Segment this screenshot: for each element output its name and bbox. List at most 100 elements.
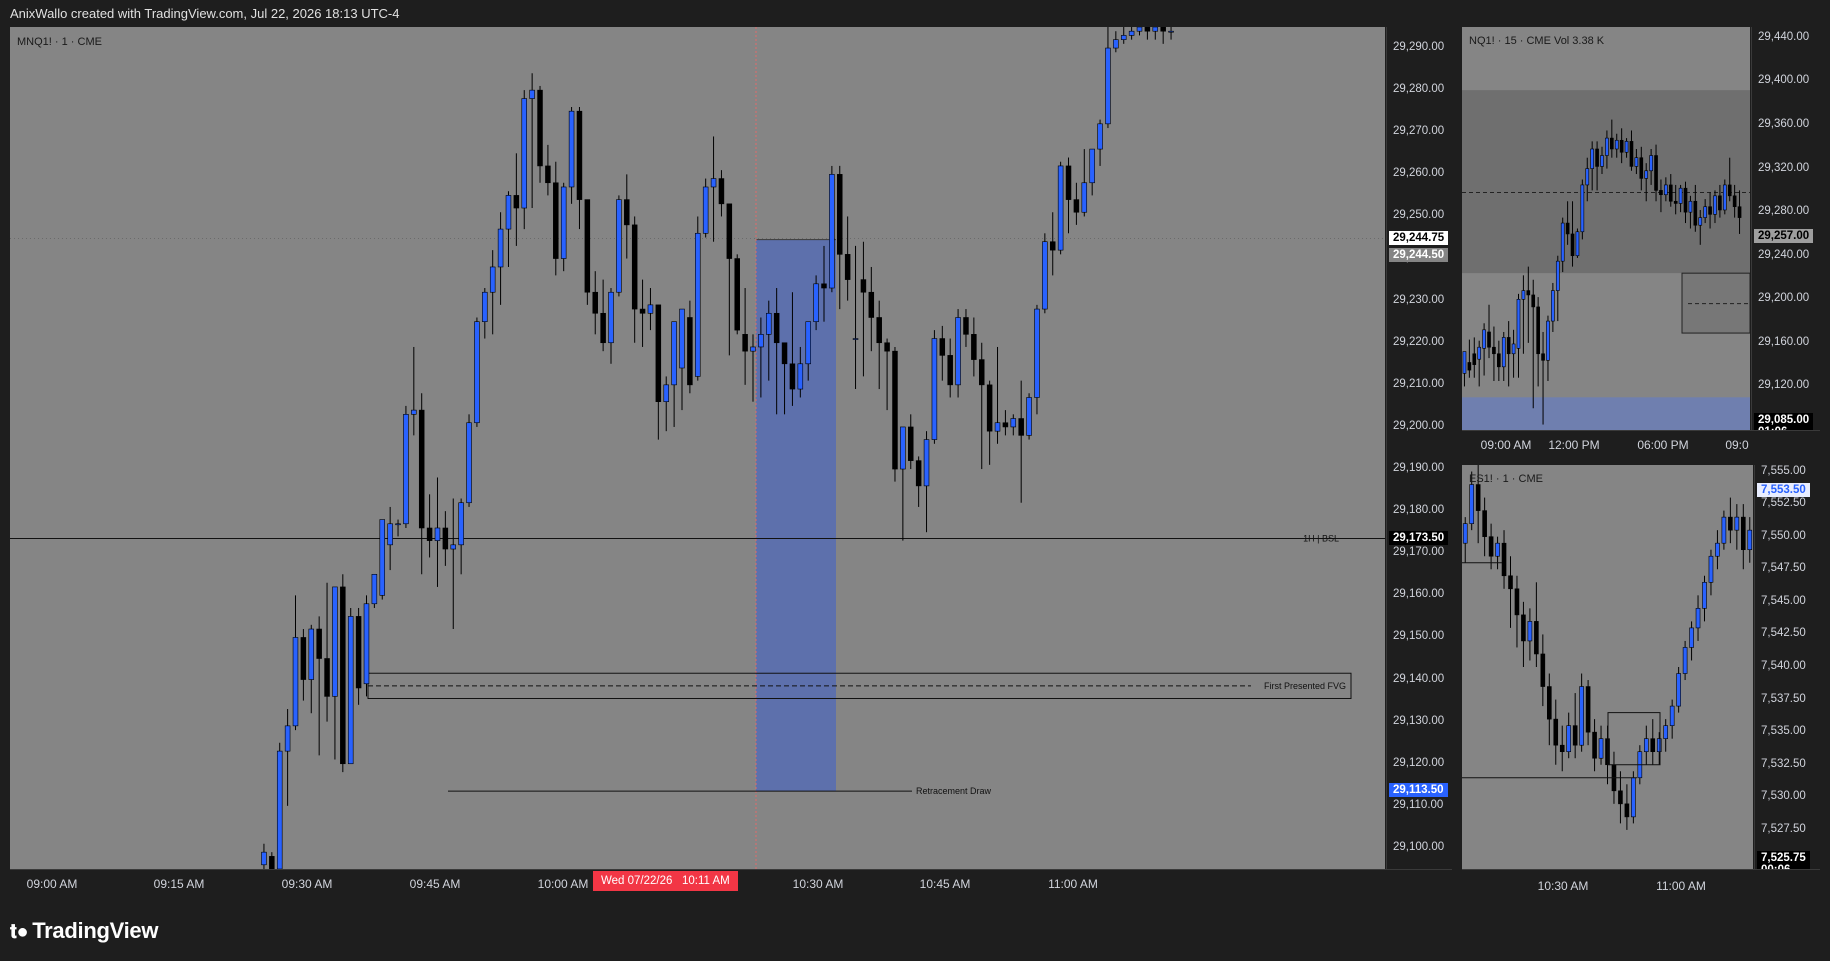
price-tick-label: 7,535.00 (1761, 725, 1806, 738)
bear-candle (781, 342, 788, 365)
price-tick-label: 29,160.00 (1393, 588, 1445, 601)
bull-candle (1702, 581, 1707, 609)
bull-candle (1511, 343, 1516, 355)
bull-candle (702, 186, 709, 234)
bull-candle (1477, 346, 1482, 360)
bear-candle (1475, 484, 1481, 511)
bull-candle (1682, 647, 1688, 674)
bear-candle (939, 338, 946, 356)
bear-candle (1650, 738, 1656, 753)
price-tick-label: 29,110.00 (1393, 798, 1444, 811)
bear-candle (1585, 686, 1591, 733)
es-price-badge: 7,553.50 (1757, 483, 1810, 498)
price-tick-label: 29,320.00 (1758, 161, 1810, 174)
price-tick-label: 7,532.50 (1761, 757, 1806, 770)
bull-candle (797, 363, 804, 390)
main-symbol-label: MNQ1! · 1 · CME (17, 36, 102, 48)
bear-candle (1002, 422, 1009, 428)
tradingview-logo-icon: 𝐭● (10, 921, 29, 943)
nq-chart-pane[interactable]: NQ1! · 15 · CME Vol 3.38 K (1462, 27, 1750, 430)
bear-candle (655, 304, 662, 402)
bear-candle (1553, 718, 1559, 746)
bear-candle (860, 279, 867, 293)
main-time-axis[interactable]: 09:00 AM 09:15 AM 09:30 AM 09:45 AM 10:00 AM… (10, 869, 1452, 898)
ask-price-badge: 29,244.50 (1389, 247, 1449, 262)
bear-candle (426, 527, 433, 541)
bull-candle (1462, 351, 1467, 374)
main-chart-pane[interactable]: 1H | BSL First Presented FVG Retracement D… (10, 27, 1385, 869)
bull-candle (1081, 182, 1088, 213)
time-tick-label: 10:45 AM (919, 877, 971, 891)
price-tick-label: 29,280.00 (1758, 205, 1810, 218)
bull-candle (1462, 523, 1468, 544)
bull-candle (616, 199, 622, 293)
bull-candle (1663, 725, 1669, 739)
bull-candle (608, 291, 614, 344)
price-tick-label: 29,160.00 (1758, 335, 1810, 348)
bull-candle (379, 519, 386, 596)
bear-candle (1624, 803, 1630, 818)
tradingview-logo[interactable]: 𝐭● TradingView (10, 918, 158, 944)
bear-candle (624, 199, 630, 226)
retracement-draw-label: Retracement Draw (916, 786, 992, 796)
price-tick-label: 29,130.00 (1393, 714, 1445, 727)
bear-candle (876, 317, 882, 344)
bear-candle (1497, 353, 1501, 368)
price-tick-label: 29,190.00 (1393, 462, 1445, 475)
bear-candle (1629, 141, 1634, 167)
bull-candle (1664, 184, 1668, 196)
time-tick-label: 09:00 AM (1480, 438, 1532, 452)
bull-candle (900, 426, 906, 470)
es-price-axis[interactable]: 7,555.00 7,552.50 7,550.00 7,547.50 7,545.00… (1754, 465, 1821, 869)
bsl-price-badge: 29,173.50 (1389, 530, 1449, 545)
bear-candle (1740, 516, 1746, 551)
tradingview-logo-text: TradingView (32, 918, 159, 943)
time-tick-label: 10:00 AM (537, 877, 589, 891)
bull-candle (450, 544, 456, 550)
bull-candle (1089, 148, 1095, 184)
bear-candle (734, 258, 740, 331)
bear-candle (1160, 27, 1166, 32)
bear-candle (1492, 346, 1496, 355)
bull-candle (1708, 555, 1714, 583)
chart-credit: AnixWallo created with TradingView.com, … (10, 6, 400, 21)
bear-candle (915, 460, 922, 487)
price-tick-label: 7,547.50 (1761, 562, 1806, 575)
bull-candle (766, 312, 772, 335)
bear-candle (1514, 588, 1520, 616)
bear-candle (947, 355, 953, 386)
bear-candle (355, 616, 362, 689)
price-tick-label: 7,550.00 (1761, 529, 1806, 542)
price-tick-label: 29,140.00 (1393, 672, 1445, 685)
bear-candle (631, 224, 638, 310)
bull-candle (1136, 27, 1143, 32)
bear-candle (1482, 510, 1487, 537)
bull-candle (371, 573, 378, 605)
main-price-axis[interactable]: 29,290.00 29,280.00 29,270.00 29,260.00 29,2… (1386, 27, 1453, 869)
bull-candle (1010, 418, 1017, 428)
es-time-axis[interactable]: 10:30 AM 11:00 AM (1462, 869, 1820, 900)
bull-candle (1689, 627, 1694, 648)
bull-candle (1527, 621, 1533, 642)
price-tick-label: 29,120.00 (1758, 379, 1810, 392)
bear-candle (1610, 137, 1614, 150)
bull-candle (1688, 200, 1693, 213)
bull-candle (1676, 673, 1681, 707)
bear-candle (1732, 195, 1737, 208)
bear-candle (789, 363, 796, 390)
bear-candle (1144, 27, 1151, 32)
bear-candle (1565, 222, 1570, 235)
es-chart-pane[interactable]: ES1! · 1 · CME (1462, 465, 1753, 869)
bear-candle (773, 312, 780, 344)
bear-candle (837, 174, 843, 255)
nq-price-axis[interactable]: 29,440.00 29,400.00 29,360.00 29,320.00 29,2… (1751, 27, 1821, 430)
bull-candle (1703, 206, 1707, 218)
bull-candle (1747, 529, 1753, 551)
bear-candle (300, 637, 307, 680)
nq-time-axis[interactable]: 09:00 AM 12:00 PM 06:00 PM 09:0 (1462, 430, 1820, 459)
bear-candle (513, 195, 520, 209)
bull-candle (1516, 298, 1521, 349)
price-tick-label: 7,545.00 (1761, 594, 1806, 607)
price-tick-label: 29,100.00 (1393, 840, 1445, 853)
bull-candle (1605, 137, 1609, 156)
